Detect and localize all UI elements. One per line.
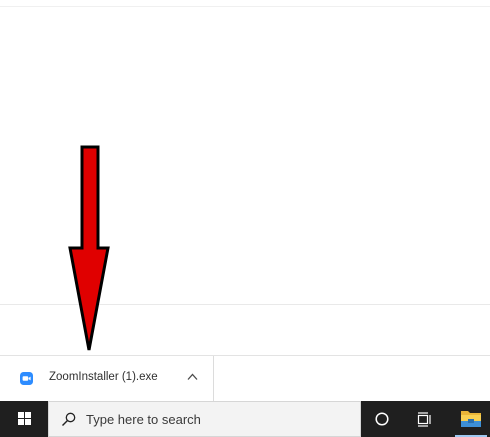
search-placeholder[interactable]: Type here to search: [86, 412, 201, 427]
file-explorer-button[interactable]: [454, 401, 488, 437]
start-button[interactable]: [0, 401, 48, 437]
download-item[interactable]: ZoomInstaller (1).exe: [0, 356, 214, 401]
desktop-screen: ZoomInstaller (1).exe Type here to searc…: [0, 0, 490, 437]
cortana-button[interactable]: [365, 401, 399, 437]
windows-logo-icon: [18, 412, 31, 425]
task-view-button[interactable]: [407, 401, 441, 437]
search-icon: [62, 412, 76, 426]
download-file-name[interactable]: ZoomInstaller (1).exe: [49, 371, 158, 383]
taskbar: Type here to search: [0, 401, 490, 437]
zoom-app-icon: [20, 372, 33, 385]
chevron-up-icon[interactable]: [187, 373, 198, 381]
file-explorer-icon: [461, 411, 481, 427]
task-view-icon: [417, 412, 431, 427]
cortana-circle-icon: [375, 412, 389, 426]
download-bar: ZoomInstaller (1).exe: [0, 355, 490, 401]
down-arrow-annotation: [68, 145, 110, 351]
taskbar-search-box[interactable]: Type here to search: [48, 401, 361, 437]
